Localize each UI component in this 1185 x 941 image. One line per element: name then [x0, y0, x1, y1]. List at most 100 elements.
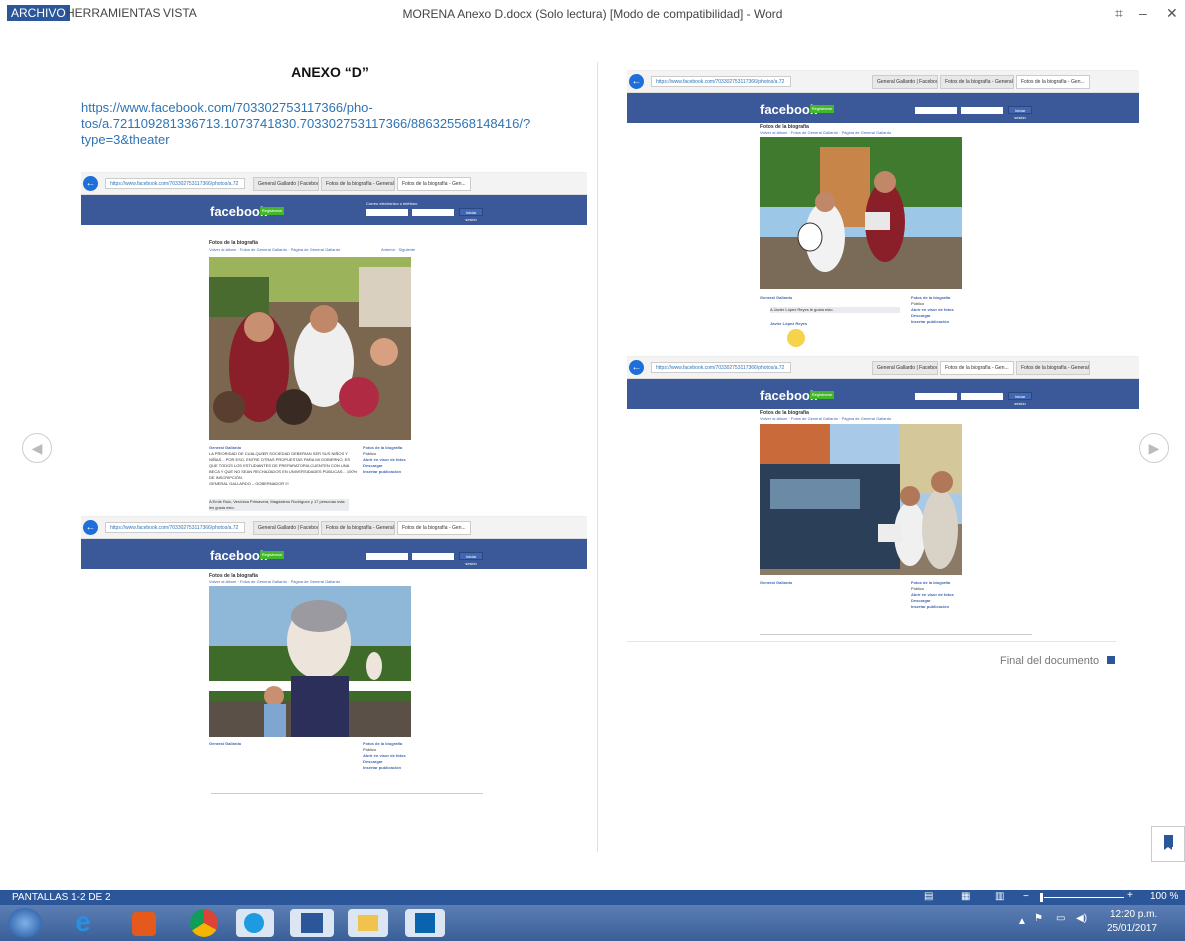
campaign-photo-truck — [760, 424, 962, 575]
browser-tab: Fotos de la biografía - General... — [321, 177, 395, 191]
browser-chrome: ← https://www.facebook.com/7033027531173… — [627, 71, 1139, 93]
browser-tab: Fotos de la biografía - Gen... — [1016, 75, 1090, 89]
facebook-header: facebook Registrarse Iniciar sesión — [81, 539, 587, 569]
comment-user: Javier López Reyes — [770, 321, 808, 326]
smiley-icon — [787, 329, 805, 347]
photo-options: Fotos de la biografía Público Abrir en vis… — [363, 445, 406, 474]
zoom-slider[interactable] — [1044, 897, 1124, 898]
photo-mascot — [209, 586, 411, 737]
facebook-link[interactable]: https://www.facebook.com/703302753117366… — [81, 100, 581, 148]
document-heading: ANEXO “D” — [291, 64, 369, 80]
previous-page-icon[interactable]: ◀ — [22, 433, 52, 463]
album-links: Volver al álbum · Fotos de General Galla… — [760, 416, 892, 421]
album-links: Volver al álbum · Fotos de General Galla… — [209, 247, 341, 252]
start-button-icon[interactable] — [8, 908, 42, 938]
page-divider — [597, 62, 598, 852]
network-icon[interactable]: ▭ — [1056, 913, 1065, 924]
photo-options: Fotos de la biografía Público Abrir en vis… — [911, 580, 954, 609]
photo-plaza — [760, 137, 962, 289]
facebook-logo: facebook — [210, 204, 268, 219]
web-layout-icon[interactable]: ▥ — [995, 891, 1004, 902]
post-text: General Gallardo LA PRIORIDAD DE CUALQUIE… — [209, 445, 358, 486]
email-field — [366, 553, 408, 560]
facebook-logo: facebook — [760, 388, 818, 403]
facebook-header: facebook Registrarse Iniciar sesión — [627, 93, 1139, 123]
browser-tab: General Gallardo | Facebook — [872, 361, 938, 375]
address-bar: https://www.facebook.com/703302753117366… — [651, 76, 791, 87]
browser-tab: Fotos de la biografía - General... — [1016, 361, 1090, 375]
screenshot-3: ← https://www.facebook.com/7033027531173… — [627, 70, 1139, 350]
login-button: Iniciar sesión — [1008, 106, 1032, 120]
menu-archivo[interactable]: ARCHIVO — [7, 5, 70, 21]
address-bar: https://www.facebook.com/703302753117366… — [105, 522, 245, 533]
page-count: PANTALLAS 1-2 DE 2 — [12, 892, 111, 903]
outlook-icon[interactable] — [405, 909, 445, 937]
back-icon: ← — [629, 360, 644, 375]
flag-icon[interactable]: ⚑ — [1034, 913, 1043, 924]
email-field — [366, 209, 408, 216]
facebook-header: facebook Registrarse Correo electrónico … — [81, 195, 587, 225]
browser-tab: Fotos de la biografía - Gen... — [397, 521, 471, 535]
facebook-header: facebook Registrarse Iniciar sesión — [627, 379, 1139, 409]
browser-tab: Fotos de la biografía - General... — [940, 75, 1014, 89]
page-separator — [760, 634, 1032, 635]
media-player-icon[interactable] — [132, 912, 156, 936]
back-icon: ← — [83, 520, 98, 535]
zoom-in-icon[interactable]: + — [1127, 890, 1133, 901]
photo-children — [209, 257, 411, 440]
minimize-button[interactable]: – — [1139, 5, 1147, 21]
campaign-photo-children — [209, 257, 411, 440]
password-field — [412, 209, 454, 216]
read-mode-icon[interactable]: ▤ — [924, 891, 933, 902]
address-bar: https://www.facebook.com/703302753117366… — [651, 362, 791, 373]
browser-tab: General Gallardo | Facebook — [872, 75, 938, 89]
print-layout-icon[interactable]: ▦ — [961, 891, 970, 902]
end-of-document-label: Final del documento — [1000, 655, 1100, 667]
zoom-out-icon[interactable]: − — [1023, 891, 1029, 902]
taskbar: e ▲ ⚑ ▭ ◀) 12:20 p.m. 25/01/2017 — [0, 905, 1185, 941]
menu-vista[interactable]: VISTA — [163, 6, 197, 20]
browser-tab: Fotos de la biografía - Gen... — [940, 361, 1014, 375]
back-icon: ← — [83, 176, 98, 191]
email-field — [915, 393, 957, 400]
page-separator — [211, 793, 483, 794]
next-page-icon[interactable]: ▶ — [1139, 433, 1169, 463]
menu-herramientas[interactable]: HERRAMIENTAS — [66, 6, 160, 20]
email-field — [915, 107, 957, 114]
file-explorer-icon[interactable] — [348, 909, 388, 937]
clock-time[interactable]: 12:20 p.m. — [1110, 909, 1157, 920]
bookmark-icon — [1164, 835, 1173, 850]
photo-truck — [760, 424, 962, 575]
skype-icon[interactable] — [236, 909, 274, 937]
focus-mode-button[interactable]: ⌗ — [1115, 5, 1123, 22]
likes-text: A Javier López Reyes le gusta esto. — [770, 307, 900, 313]
register-button: Registrarse — [810, 391, 834, 399]
post-text: General Gallardo — [209, 741, 242, 746]
facebook-logo: facebook — [760, 102, 818, 117]
bookmark-button[interactable] — [1151, 826, 1185, 862]
register-button: Registrarse — [260, 551, 284, 559]
register-button: Registrarse — [810, 105, 834, 113]
likes-text: A Ernie Ruiz, Verónica Primavera, Magdal… — [209, 499, 349, 511]
password-field — [961, 393, 1003, 400]
login-button: Iniciar sesión — [459, 552, 483, 566]
back-icon: ← — [629, 74, 644, 89]
volume-icon[interactable]: ◀) — [1076, 913, 1087, 924]
browser-chrome: ← https://www.facebook.com/7033027531173… — [81, 173, 587, 195]
browser-tab: General Gallardo | Facebook — [253, 177, 319, 191]
show-hidden-icons[interactable]: ▲ — [1017, 916, 1027, 927]
campaign-photo-mascot — [209, 586, 411, 737]
internet-explorer-icon[interactable]: e — [68, 908, 98, 937]
password-field — [961, 107, 1003, 114]
zoom-level: 100 % — [1150, 891, 1179, 902]
browser-chrome: ← https://www.facebook.com/7033027531173… — [81, 517, 587, 539]
photo-options: Fotos de la biografía Público Abrir en vis… — [911, 295, 954, 324]
zoom-thumb[interactable] — [1040, 893, 1043, 902]
clock-date[interactable]: 25/01/2017 — [1107, 923, 1157, 934]
chrome-icon[interactable] — [190, 909, 218, 937]
close-button[interactable]: ✕ — [1166, 5, 1178, 22]
post-text: General Gallardo — [760, 295, 793, 300]
word-icon[interactable] — [290, 909, 334, 937]
album-title: Fotos de la biografía — [209, 240, 258, 246]
status-bar: PANTALLAS 1-2 DE 2 ▤ ▦ ▥ − + 100 % — [0, 890, 1185, 905]
